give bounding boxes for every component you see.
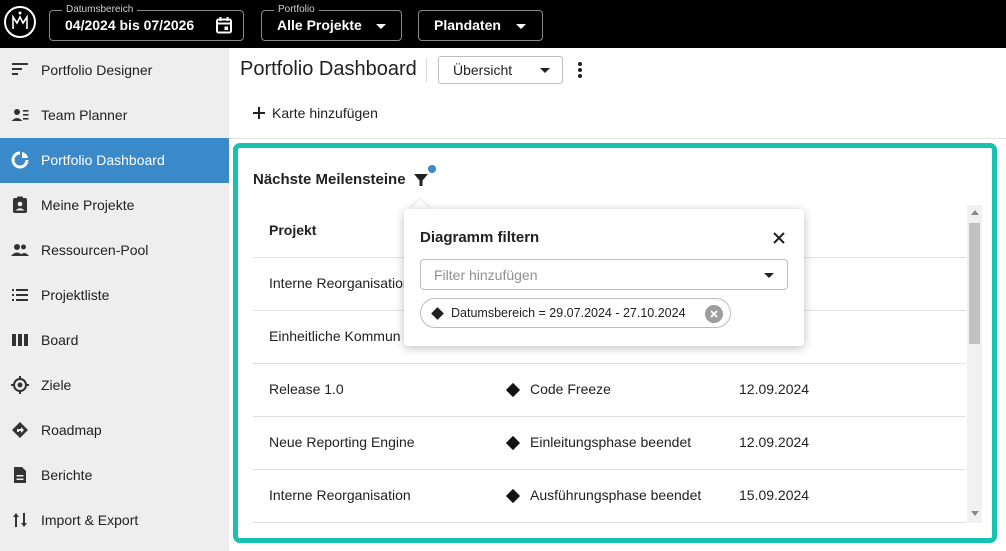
import-export-icon [13, 513, 27, 527]
date-range-field[interactable]: Datumsbereich 04/2024 bis 07/2026 [49, 4, 244, 41]
sidebar-item-berichte[interactable]: Berichte [0, 453, 229, 498]
date-range-value: 04/2024 bis 07/2026 [65, 17, 195, 33]
filter-add-select[interactable] [420, 259, 788, 290]
portfolio-legend: Portfolio [274, 4, 319, 16]
resource-pool-icon [11, 244, 29, 256]
header-bottom-divider [229, 138, 1006, 139]
data-source-select[interactable]: Plandaten [418, 10, 543, 41]
table-row[interactable]: Neue Reporting Engine Einleitungsphase b… [253, 417, 966, 470]
filter-active-badge [428, 165, 436, 173]
sidebar-item-ziele[interactable]: Ziele [0, 363, 229, 408]
sidebar-item-portfolio-designer[interactable]: Portfolio Designer [0, 48, 229, 93]
sidebar-item-label: Projektliste [41, 287, 110, 303]
sidebar-item-label: Ressourcen-Pool [41, 242, 149, 258]
sidebar: Portfolio Designer Team Planner Portfoli… [0, 48, 229, 551]
sidebar-item-board[interactable]: Board [0, 318, 229, 363]
sidebar-item-label: Berichte [41, 467, 93, 483]
sidebar-item-label: Import & Export [41, 512, 139, 528]
sidebar-item-label: Roadmap [41, 422, 102, 438]
sidebar-item-label: Portfolio Designer [41, 62, 153, 78]
sidebar-item-import-export[interactable]: Import & Export [0, 498, 229, 543]
date-cell: 15.09.2024 [739, 487, 810, 503]
view-select[interactable]: Übersicht [438, 56, 563, 84]
project-cell: Release 1.0 [269, 381, 344, 397]
add-card-label: Karte hinzufügen [272, 105, 378, 121]
portfolio-select[interactable]: Portfolio Alle Projekte [261, 4, 402, 41]
chevron-down-icon [376, 24, 386, 29]
more-options-icon[interactable] [572, 60, 588, 80]
sidebar-item-portfolio-dashboard[interactable]: Portfolio Dashboard [0, 138, 229, 183]
project-cell: Einheitliche Kommun [269, 328, 401, 344]
top-bar: Datumsbereich 04/2024 bis 07/2026 Portfo… [0, 0, 1006, 48]
sidebar-item-meine-projekte[interactable]: Meine Projekte [0, 183, 229, 228]
reports-icon [14, 467, 26, 483]
sidebar-item-projektliste[interactable]: Projektliste [0, 273, 229, 318]
milestone-cell: Code Freeze [530, 381, 611, 397]
milestone-cell: Ausführungsphase beendet [530, 487, 702, 503]
table-row[interactable]: Interne Reorganisation Ausführungsphase … [253, 470, 966, 523]
portfolio-value: Alle Projekte [277, 17, 362, 33]
scroll-thumb[interactable] [969, 223, 980, 344]
sidebar-item-label: Ziele [41, 377, 72, 393]
portfolio-designer-icon [12, 63, 28, 75]
project-cell: Neue Reporting Engine [269, 434, 415, 450]
milestone-diamond-icon [505, 382, 521, 398]
sidebar-item-label: Meine Projekte [41, 197, 135, 213]
milestone-diamond-icon [505, 488, 521, 504]
scroll-up-icon[interactable] [971, 210, 979, 215]
column-header-projekt[interactable]: Projekt [269, 222, 316, 238]
popup-title: Diagramm filtern [420, 229, 540, 246]
close-icon[interactable] [770, 229, 788, 247]
sidebar-item-ressourcen-pool[interactable]: Ressourcen-Pool [0, 228, 229, 273]
milestone-diamond-icon [431, 307, 444, 320]
my-projects-icon [13, 196, 27, 213]
chevron-down-icon[interactable] [764, 273, 774, 278]
project-cell: Interne Reorganisation [269, 275, 411, 291]
filter-chip-label: Datumsbereich = 29.07.2024 - 27.10.2024 [451, 306, 686, 320]
filter-chip[interactable]: Datumsbereich = 29.07.2024 - 27.10.2024 [420, 298, 731, 328]
chevron-down-icon [516, 24, 526, 29]
data-source-value: Plandaten [434, 17, 501, 33]
roadmap-icon [12, 422, 28, 438]
milestone-diamond-icon [505, 435, 521, 451]
sidebar-item-label: Portfolio Dashboard [41, 152, 165, 168]
dashboard-icon [11, 151, 29, 169]
sidebar-item-label: Team Planner [41, 107, 128, 123]
project-cell: Interne Reorganisation [269, 487, 411, 503]
date-range-legend: Datumsbereich [62, 4, 138, 16]
sidebar-item-team-planner[interactable]: Team Planner [0, 93, 229, 138]
goals-icon [11, 376, 29, 394]
sidebar-item-roadmap[interactable]: Roadmap [0, 408, 229, 453]
milestone-cell: Einleitungsphase beendet [530, 434, 692, 450]
chevron-down-icon [540, 68, 550, 73]
filter-add-input[interactable] [422, 261, 752, 288]
team-planner-icon [11, 109, 29, 121]
project-list-icon [12, 289, 28, 301]
plus-icon [253, 107, 265, 119]
filter-icon[interactable] [413, 172, 429, 188]
view-select-value: Übersicht [453, 62, 513, 78]
mm-logo-icon[interactable] [4, 6, 36, 38]
date-cell: 12.09.2024 [739, 434, 810, 450]
scroll-down-icon[interactable] [971, 511, 979, 516]
filter-popup: Diagramm filtern Datumsbereich = 29.07.2… [404, 209, 804, 346]
table-scrollbar[interactable] [967, 205, 982, 523]
page-title: Portfolio Dashboard [240, 58, 417, 80]
header-divider [426, 58, 427, 82]
table-row[interactable]: Release 1.0 Code Freeze 12.09.2024 [253, 364, 966, 417]
card-title: Nächste Meilensteine [253, 171, 406, 188]
date-cell: 12.09.2024 [739, 381, 810, 397]
remove-chip-icon[interactable] [705, 305, 723, 323]
calendar-icon[interactable] [215, 16, 233, 39]
sidebar-item-label: Board [41, 332, 79, 348]
board-icon [12, 334, 28, 346]
